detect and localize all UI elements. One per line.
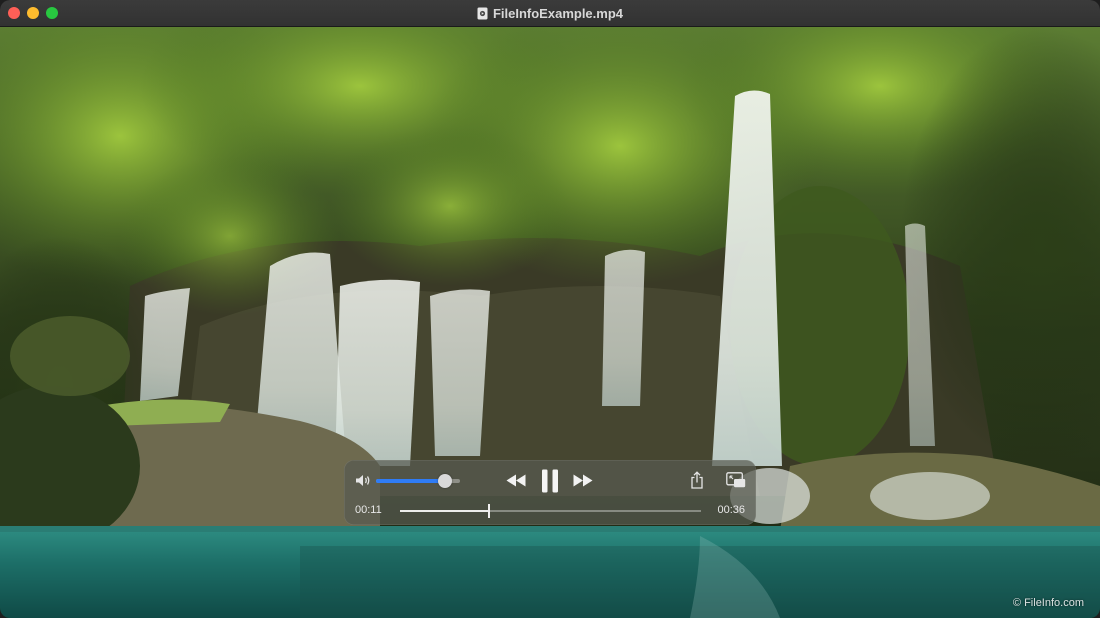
volume-slider-knob[interactable]	[437, 474, 452, 488]
playback-scrubber[interactable]	[400, 504, 701, 518]
playback-scrubber-fill	[400, 510, 490, 512]
rewind-icon[interactable]	[506, 474, 526, 487]
current-time: 00:11	[355, 504, 382, 516]
waterfall-scene	[0, 26, 1100, 618]
pause-icon[interactable]	[541, 469, 559, 493]
player-window: FileInfoExample.mp4 © FileInfo.com 00:11…	[0, 0, 1100, 618]
playback-scrubber-head[interactable]	[488, 504, 491, 518]
playback-controls[interactable]: 00:11 00:36	[344, 460, 756, 525]
title-bar[interactable]: FileInfoExample.mp4	[0, 0, 1100, 27]
speaker-icon[interactable]	[355, 474, 371, 487]
volume-slider-fill	[376, 479, 445, 483]
picture-in-picture-icon[interactable]	[726, 472, 746, 488]
watermark-text: © FileInfo.com	[1012, 597, 1084, 609]
video-document-icon	[477, 7, 488, 19]
window-title: FileInfoExample.mp4	[492, 5, 624, 21]
volume-slider[interactable]	[376, 474, 460, 488]
video-frame[interactable]: © FileInfo.com	[0, 26, 1100, 618]
fast-forward-icon[interactable]	[573, 474, 593, 487]
duration-time: 00:36	[717, 504, 745, 516]
window-title-group: FileInfoExample.mp4	[0, 0, 1100, 26]
share-icon[interactable]	[690, 471, 704, 489]
